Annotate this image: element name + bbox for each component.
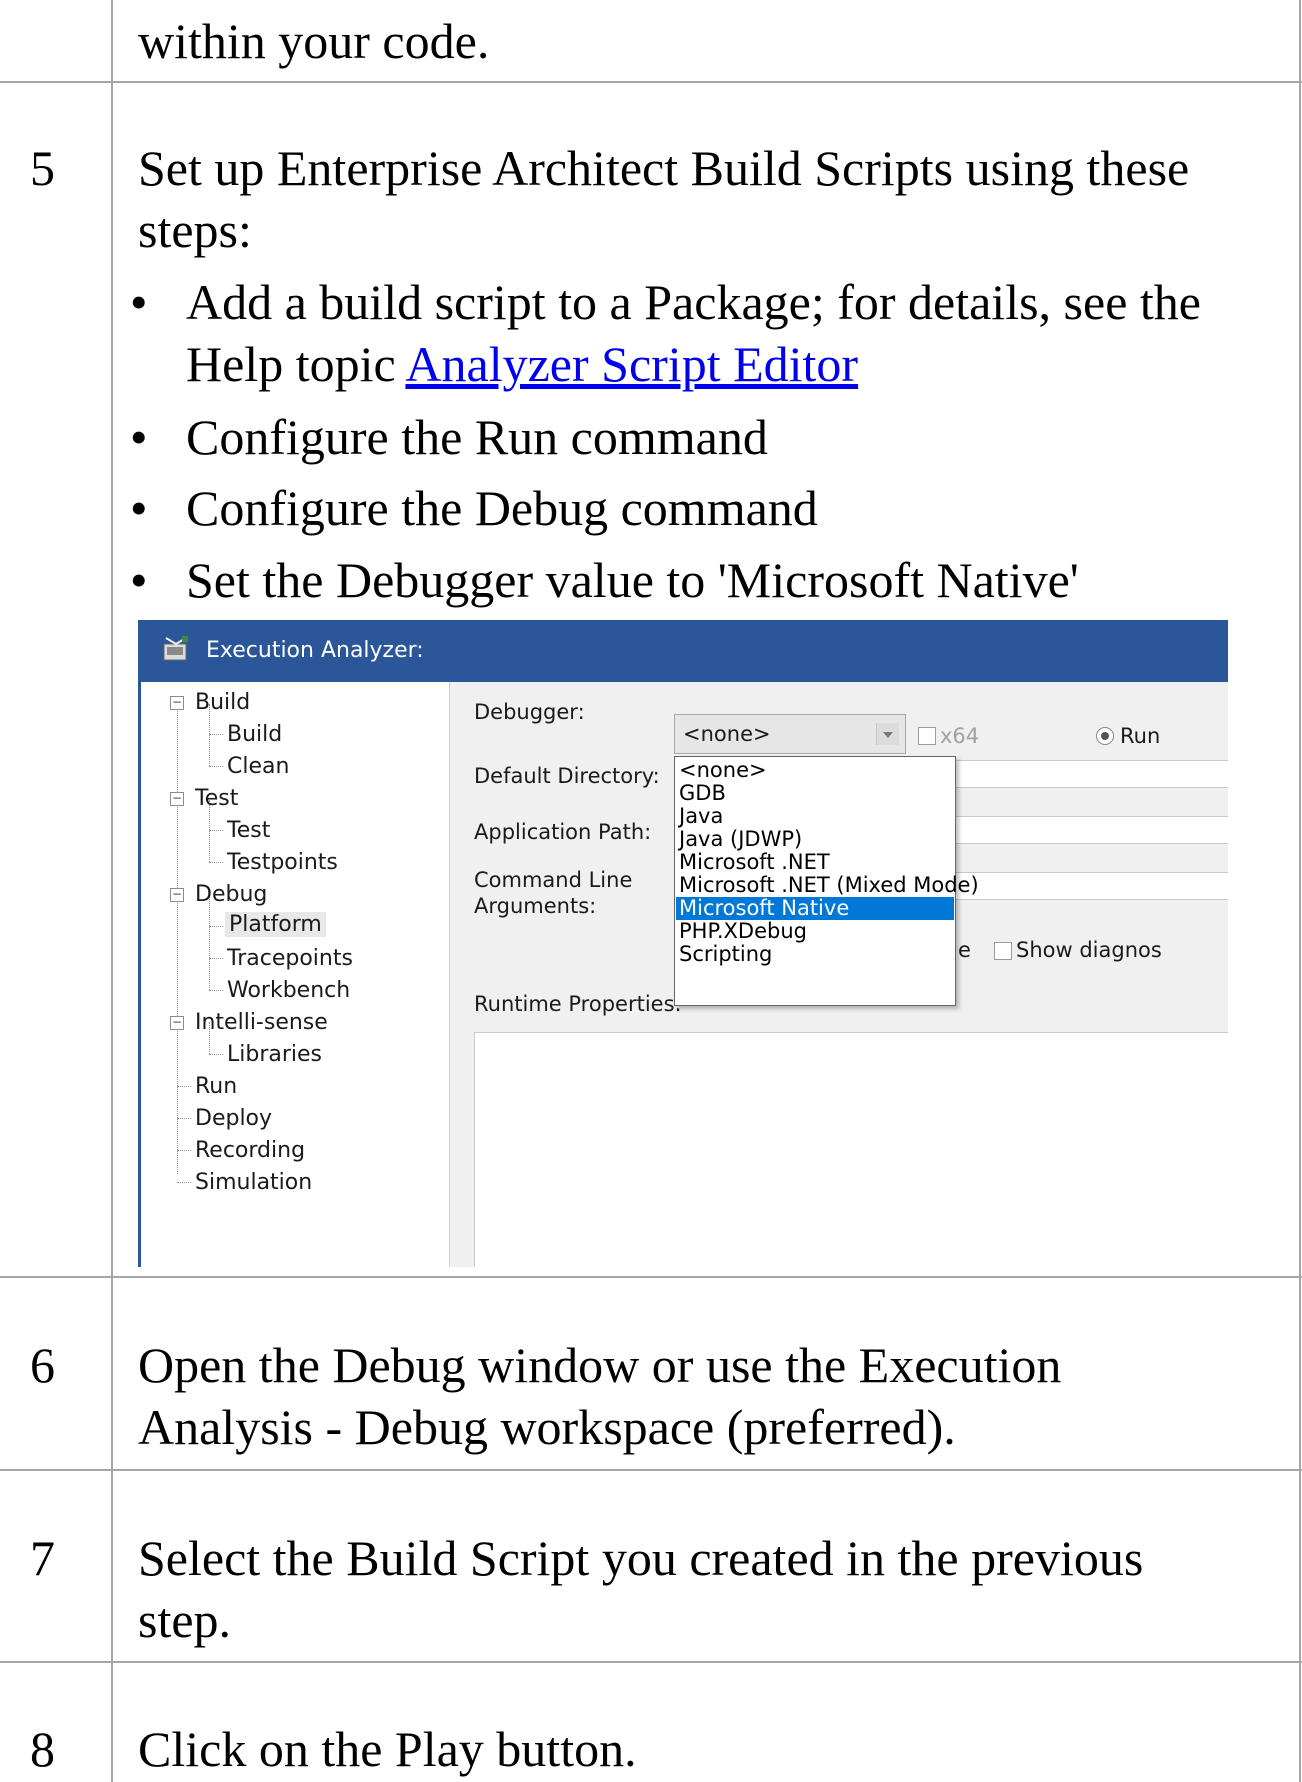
show-diagnostics-label: Show diagnos bbox=[1016, 938, 1162, 962]
step-text: Select the Build Script you created in t… bbox=[138, 1530, 1144, 1586]
bullet-marker: • bbox=[130, 552, 148, 608]
step-text: Analysis - Debug workspace (preferred). bbox=[138, 1399, 956, 1455]
debugger-select[interactable]: <none> bbox=[674, 714, 906, 754]
step-text: Set up Enterprise Architect Build Script… bbox=[138, 140, 1190, 196]
bullet-text: Help topic Analyzer Script Editor bbox=[186, 333, 858, 395]
tree-line bbox=[177, 1086, 191, 1087]
runtime-properties-label: Runtime Properties: bbox=[474, 992, 682, 1016]
tree-item-tracepoints[interactable]: Tracepoints bbox=[227, 946, 353, 971]
settings-tree: − Build Build Clean − Test Test Testpoin… bbox=[138, 682, 450, 1267]
tree-item-test[interactable]: Test bbox=[195, 786, 238, 811]
bullet-text: Configure the Run command bbox=[186, 409, 768, 465]
tree-line bbox=[209, 862, 223, 863]
collapse-toggle-icon[interactable]: − bbox=[170, 696, 184, 710]
tree-item-debug[interactable]: Debug bbox=[195, 882, 267, 907]
bullet-text: Set the Debugger value to 'Microsoft Nat… bbox=[186, 552, 1079, 608]
arguments-label: Arguments: bbox=[474, 894, 597, 918]
command-line-label: Command Line bbox=[474, 868, 633, 892]
tree-line bbox=[209, 734, 223, 735]
tree-line bbox=[209, 830, 223, 831]
tree-item-intelli-sense[interactable]: Intelli-sense bbox=[195, 1010, 328, 1035]
row-divider bbox=[0, 81, 1302, 83]
tree-line bbox=[209, 1054, 223, 1055]
dropdown-option[interactable]: <none> bbox=[676, 759, 954, 782]
collapse-toggle-icon[interactable]: − bbox=[170, 1016, 184, 1030]
bullet-marker: • bbox=[130, 409, 148, 465]
tree-item-simulation[interactable]: Simulation bbox=[195, 1170, 312, 1195]
tree-line bbox=[177, 1182, 191, 1183]
dropdown-option[interactable]: Java bbox=[676, 805, 954, 828]
tree-line bbox=[209, 894, 210, 990]
tree-line bbox=[209, 926, 223, 927]
step-number: 6 bbox=[30, 1337, 55, 1393]
dialog-titlebar: Execution Analyzer: bbox=[138, 620, 1228, 682]
bullet-marker: • bbox=[130, 480, 148, 536]
column-divider bbox=[111, 0, 113, 1782]
bullet-marker: • bbox=[130, 274, 148, 330]
debugger-dropdown-list[interactable]: <none> GDB Java Java (JDWP) Microsoft .N… bbox=[674, 756, 979, 1006]
tree-line bbox=[177, 704, 178, 1174]
debugger-select-value: <none> bbox=[683, 722, 771, 746]
debugger-label: Debugger: bbox=[474, 700, 585, 724]
dropdown-option[interactable]: Microsoft .NET bbox=[676, 851, 954, 874]
dropdown-option[interactable]: GDB bbox=[676, 782, 954, 805]
row-divider bbox=[0, 1276, 1302, 1278]
dropdown-option[interactable]: Microsoft .NET (Mixed Mode) bbox=[676, 874, 979, 897]
bullet-text: Add a build script to a Package; for det… bbox=[186, 274, 1201, 330]
collapse-toggle-icon[interactable]: − bbox=[170, 792, 184, 806]
step-text: within your code. bbox=[138, 13, 490, 69]
dropdown-option-selected[interactable]: Microsoft Native bbox=[676, 897, 954, 920]
row-divider bbox=[0, 1661, 1302, 1663]
default-directory-label: Default Directory: bbox=[474, 764, 660, 788]
tree-item-build-build[interactable]: Build bbox=[227, 722, 282, 747]
tree-item-run[interactable]: Run bbox=[195, 1074, 237, 1099]
x64-label: x64 bbox=[940, 724, 980, 748]
tree-line bbox=[177, 1118, 191, 1119]
dropdown-option[interactable]: Java (JDWP) bbox=[676, 828, 954, 851]
command-line-arguments-field[interactable] bbox=[950, 872, 1228, 900]
default-directory-field[interactable] bbox=[950, 760, 1228, 788]
step-text: Open the Debug window or use the Executi… bbox=[138, 1337, 1062, 1393]
run-radio[interactable] bbox=[1096, 727, 1114, 745]
collapse-toggle-icon[interactable]: − bbox=[170, 888, 184, 902]
tree-item-build-clean[interactable]: Clean bbox=[227, 754, 289, 779]
tree-item-deploy[interactable]: Deploy bbox=[195, 1106, 272, 1131]
step-number: 7 bbox=[30, 1530, 55, 1586]
show-diagnostics-checkbox[interactable] bbox=[994, 942, 1012, 960]
analyzer-script-editor-link[interactable]: Analyzer Script Editor bbox=[405, 336, 858, 392]
step-number: 8 bbox=[30, 1721, 55, 1777]
tree-line bbox=[209, 958, 223, 959]
x64-checkbox[interactable] bbox=[918, 727, 936, 745]
tree-item-platform[interactable]: Platform bbox=[225, 912, 326, 937]
step-number: 5 bbox=[30, 140, 55, 196]
runtime-properties-field[interactable] bbox=[474, 1032, 1228, 1267]
application-path-label: Application Path: bbox=[474, 820, 652, 844]
tree-item-workbench[interactable]: Workbench bbox=[227, 978, 350, 1003]
truncated-label: e bbox=[958, 938, 971, 962]
execution-analyzer-icon bbox=[163, 636, 188, 661]
step-text: Click on the Play button. bbox=[138, 1721, 637, 1777]
step-text: step. bbox=[138, 1592, 232, 1648]
execution-analyzer-screenshot: Execution Analyzer: − Build Build Clean … bbox=[138, 620, 1228, 1267]
tree-item-test-test[interactable]: Test bbox=[227, 818, 270, 843]
step-text: steps: bbox=[138, 202, 252, 258]
tree-line bbox=[177, 1150, 191, 1151]
tree-line bbox=[209, 990, 223, 991]
run-label: Run bbox=[1120, 724, 1161, 748]
tree-item-testpoints[interactable]: Testpoints bbox=[227, 850, 338, 875]
bullet-text: Configure the Debug command bbox=[186, 480, 818, 536]
tree-item-build[interactable]: Build bbox=[195, 690, 250, 715]
tree-item-recording[interactable]: Recording bbox=[195, 1138, 305, 1163]
application-path-field[interactable] bbox=[950, 816, 1228, 844]
chevron-down-icon[interactable] bbox=[876, 723, 899, 745]
platform-settings-panel: Debugger: <none> x64 Run Default Directo… bbox=[450, 682, 1228, 1267]
tree-line bbox=[209, 766, 223, 767]
dialog-title: Execution Analyzer: bbox=[206, 638, 424, 663]
table-right-edge bbox=[1299, 0, 1301, 1782]
row-divider bbox=[0, 1469, 1302, 1471]
tree-item-libraries[interactable]: Libraries bbox=[227, 1042, 322, 1067]
dropdown-option[interactable]: PHP.XDebug bbox=[676, 920, 954, 943]
bullet-text-prefix: Help topic bbox=[186, 336, 406, 392]
dropdown-option[interactable]: Scripting bbox=[676, 943, 954, 966]
